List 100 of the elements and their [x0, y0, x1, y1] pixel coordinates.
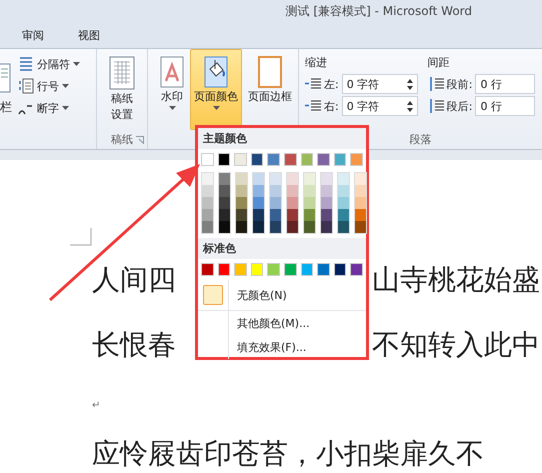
color-swatch[interactable] [355, 173, 366, 185]
color-swatch[interactable] [350, 263, 363, 276]
color-swatch[interactable] [317, 263, 330, 276]
color-swatch[interactable] [350, 153, 363, 166]
color-swatch[interactable] [287, 221, 298, 233]
document-text: 山寺桃花始盛 [372, 262, 540, 298]
color-swatch[interactable] [355, 185, 366, 197]
manuscript-settings-button[interactable]: 稿纸 设置 [105, 49, 139, 126]
color-swatch[interactable] [234, 263, 247, 276]
color-swatch[interactable] [253, 173, 264, 185]
color-swatch[interactable] [218, 153, 230, 166]
color-swatch[interactable] [253, 185, 264, 197]
color-swatch[interactable] [253, 221, 264, 233]
color-swatch[interactable] [219, 209, 230, 221]
line-numbers-icon [18, 78, 34, 94]
no-color-icon [203, 285, 223, 305]
color-swatch[interactable] [270, 185, 281, 197]
color-swatch[interactable] [304, 173, 315, 185]
color-swatch[interactable] [236, 173, 247, 185]
color-swatch[interactable] [270, 173, 281, 185]
caret-icon [62, 84, 69, 88]
color-swatch[interactable] [355, 197, 366, 209]
spin-field[interactable]: 0 行 [475, 96, 536, 116]
color-swatch[interactable] [236, 221, 247, 233]
color-swatch[interactable] [253, 197, 264, 209]
watermark-page-icon [160, 56, 184, 88]
color-swatch[interactable] [202, 209, 213, 221]
color-swatch[interactable] [219, 197, 230, 209]
color-swatch[interactable] [253, 209, 264, 221]
color-swatch[interactable] [338, 197, 349, 209]
color-swatch[interactable] [267, 263, 280, 276]
dialog-launcher-icon[interactable] [136, 136, 144, 144]
spin-field[interactable]: 0 行 [475, 74, 536, 94]
color-swatch[interactable] [284, 153, 297, 166]
color-swatch[interactable] [300, 263, 314, 276]
color-swatch[interactable] [334, 153, 346, 166]
color-swatch[interactable] [287, 173, 298, 185]
color-swatch[interactable] [338, 185, 349, 197]
color-swatch[interactable] [270, 197, 281, 209]
color-swatch[interactable] [201, 263, 214, 276]
paragraph-mark: ↵ [92, 400, 100, 411]
ribbon-menu-button[interactable]: 行号 [18, 77, 80, 95]
color-swatch[interactable] [236, 209, 247, 221]
color-swatch[interactable] [355, 209, 366, 221]
menu-item[interactable]: 其他颜色(M)... [198, 311, 366, 335]
spin-field[interactable]: 0 字符 [342, 74, 418, 94]
ribbon-tab[interactable]: 视图 [76, 26, 102, 44]
color-swatch[interactable] [338, 173, 349, 185]
ribbon-button[interactable]: 页面边框 [244, 49, 296, 130]
columns-label[interactable]: 栏 [0, 99, 12, 116]
spin-arrows-icon[interactable] [406, 100, 413, 112]
color-swatch[interactable] [202, 185, 213, 197]
ribbon-button[interactable]: 水印 [156, 49, 188, 130]
color-swatch[interactable] [236, 185, 247, 197]
color-swatch[interactable] [287, 209, 298, 221]
color-swatch[interactable] [321, 197, 332, 209]
menu-header: 主题颜色 [198, 128, 366, 149]
ribbon-menu-button[interactable]: 分隔符 [18, 55, 80, 73]
ribbon-menu-button[interactable]: 断字 [18, 99, 80, 117]
document-text: 应怜屐齿印苍苔，小扣柴扉久不 [92, 436, 484, 472]
window-title: 测试 [兼容模式] - Microsoft Word [286, 2, 472, 20]
color-swatch[interactable] [202, 197, 213, 209]
spin-field[interactable]: 0 字符 [342, 96, 418, 116]
menu-item[interactable]: 填充效果(F)... [198, 335, 366, 359]
color-swatch[interactable] [321, 209, 332, 221]
color-swatch[interactable] [287, 197, 298, 209]
color-swatch[interactable] [236, 197, 247, 209]
color-swatch[interactable] [317, 153, 330, 166]
color-swatch[interactable] [321, 185, 332, 197]
color-swatch[interactable] [219, 221, 230, 233]
color-swatch[interactable] [250, 153, 264, 166]
columns-icon[interactable] [0, 63, 11, 93]
color-swatch[interactable] [321, 173, 332, 185]
color-swatch[interactable] [218, 263, 230, 276]
ribbon-button[interactable]: 页面颜色 [190, 49, 242, 130]
color-swatch[interactable] [338, 209, 349, 221]
color-swatch[interactable] [304, 197, 315, 209]
color-swatch[interactable] [304, 221, 315, 233]
color-swatch[interactable] [234, 153, 247, 166]
color-swatch[interactable] [338, 221, 349, 233]
spin-arrows-icon[interactable] [406, 78, 413, 90]
color-swatch[interactable] [304, 209, 315, 221]
ribbon-tab[interactable]: 审阅 [20, 26, 46, 44]
color-swatch[interactable] [321, 221, 332, 233]
color-swatch[interactable] [219, 185, 230, 197]
color-swatch[interactable] [250, 263, 264, 276]
color-swatch[interactable] [267, 153, 280, 166]
color-swatch[interactable] [202, 173, 213, 185]
color-swatch[interactable] [270, 209, 281, 221]
color-swatch[interactable] [287, 185, 298, 197]
color-swatch[interactable] [284, 263, 297, 276]
color-swatch[interactable] [270, 221, 281, 233]
color-swatch[interactable] [304, 185, 315, 197]
color-swatch[interactable] [334, 263, 346, 276]
color-swatch[interactable] [201, 153, 214, 166]
document-text: 人间四 [92, 262, 176, 298]
color-swatch[interactable] [202, 221, 213, 233]
color-swatch[interactable] [219, 173, 230, 185]
color-swatch[interactable] [355, 221, 366, 233]
color-swatch[interactable] [300, 153, 314, 166]
